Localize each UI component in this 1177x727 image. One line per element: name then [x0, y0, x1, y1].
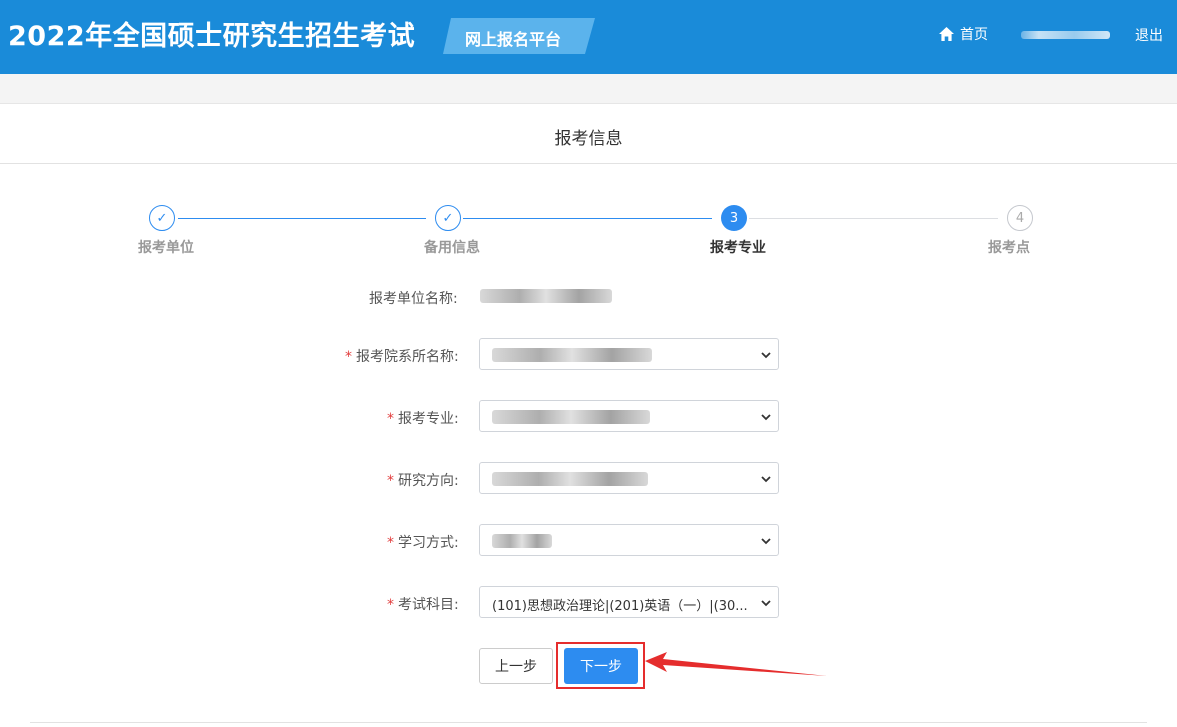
major-label: * 报考专业:	[387, 408, 459, 428]
required-marker: *	[387, 473, 394, 489]
platform-badge: 网上报名平台	[443, 18, 595, 54]
study-mode-select[interactable]	[479, 524, 779, 556]
step-connector-1	[178, 218, 426, 219]
department-select[interactable]	[479, 338, 779, 370]
subjects-label: * 考试科目:	[387, 594, 459, 614]
required-marker: *	[387, 597, 394, 613]
department-label: * 报考院系所名称:	[345, 346, 459, 366]
subjects-select[interactable]: (101)思想政治理论|(201)英语（一）|(30...	[479, 586, 779, 618]
subjects-label-text: 考试科目:	[398, 597, 459, 613]
study-mode-label-text: 学习方式:	[398, 535, 459, 551]
step-connector-2	[463, 218, 712, 219]
step-4-number: 4	[1007, 205, 1033, 231]
app-title: 2022年全国硕士研究生招生考试	[8, 21, 416, 52]
department-label-text: 报考院系所名称:	[356, 349, 459, 365]
step-3-number: 3	[721, 205, 747, 231]
step-1-check-icon: ✓	[149, 205, 175, 231]
unit-name-label: 报考单位名称:	[369, 288, 458, 308]
redacted-major	[492, 410, 650, 424]
annotation-arrow	[645, 652, 827, 676]
home-link[interactable]: 首页	[938, 24, 988, 44]
major-select[interactable]	[479, 400, 779, 432]
prev-step-button[interactable]: 上一步	[479, 648, 553, 684]
redacted-unit-name	[480, 289, 612, 303]
study-mode-label: * 学习方式:	[387, 532, 459, 552]
required-marker: *	[387, 535, 394, 551]
next-step-button[interactable]: 下一步	[564, 648, 638, 684]
footer-divider	[30, 722, 1147, 723]
required-marker: *	[387, 411, 394, 427]
chevron-down-icon	[761, 352, 771, 359]
progress-stepper: ✓ ✓ 3 4 报考单位 备用信息 报考专业 报考点	[0, 200, 1177, 260]
platform-badge-label: 网上报名平台	[465, 30, 562, 49]
chevron-down-icon	[761, 538, 771, 545]
direction-label-text: 研究方向:	[398, 473, 459, 489]
step-4-label: 报考点	[988, 240, 1030, 256]
home-label: 首页	[960, 27, 988, 43]
top-header: 2022年全国硕士研究生招生考试 网上报名平台 首页 退出	[0, 0, 1177, 74]
unit-name-label-text: 报考单位名称:	[369, 291, 458, 307]
step-3-label: 报考专业	[710, 240, 766, 256]
redacted-department	[492, 348, 652, 362]
step-1-label: 报考单位	[138, 240, 194, 256]
chevron-down-icon	[761, 600, 771, 607]
chevron-down-icon	[761, 414, 771, 421]
redacted-direction	[492, 472, 648, 486]
direction-label: * 研究方向:	[387, 470, 459, 490]
redacted-username	[1021, 31, 1110, 39]
home-icon	[939, 27, 954, 41]
major-label-text: 报考专业:	[398, 411, 459, 427]
logout-link[interactable]: 退出	[1135, 25, 1163, 45]
required-marker: *	[345, 349, 352, 365]
direction-select[interactable]	[479, 462, 779, 494]
redacted-study-mode	[492, 534, 552, 548]
chevron-down-icon	[761, 476, 771, 483]
redacted-unit-name-blur	[480, 289, 612, 303]
section-title: 报考信息	[554, 129, 623, 149]
header-spacer	[0, 74, 1177, 104]
subjects-select-value: (101)思想政治理论|(201)英语（一）|(30...	[492, 599, 748, 614]
step-connector-3	[749, 218, 998, 219]
section-header: 报考信息	[0, 104, 1177, 164]
step-2-label: 备用信息	[424, 240, 480, 256]
step-2-check-icon: ✓	[435, 205, 461, 231]
